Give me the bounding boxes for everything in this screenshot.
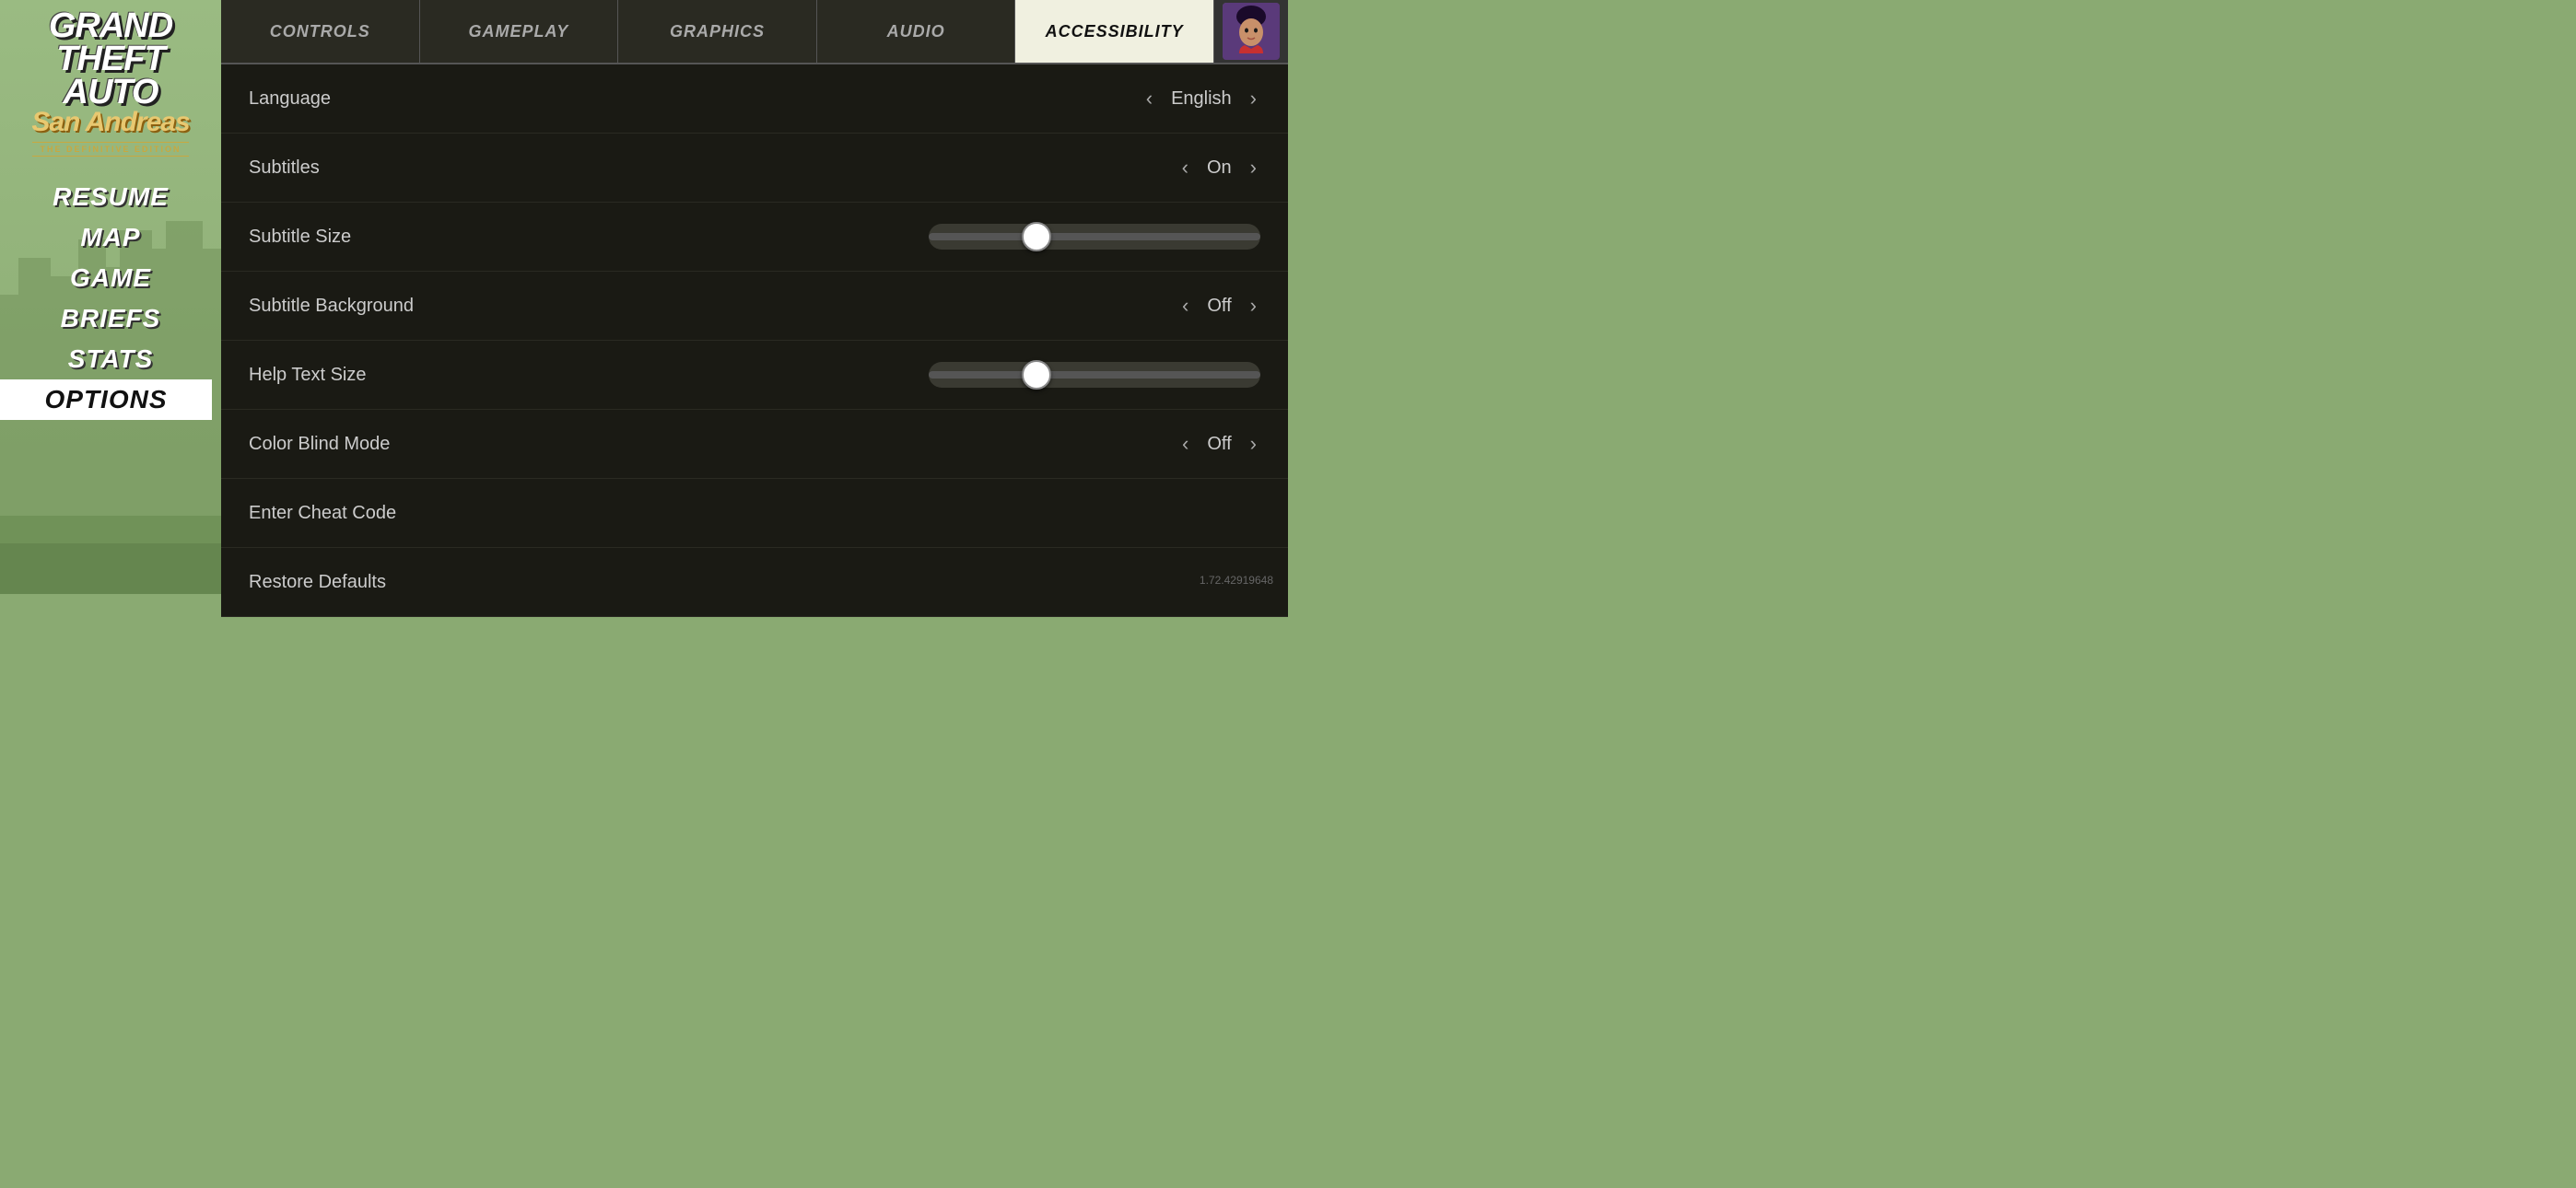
logo-grand: Grand — [9, 9, 212, 42]
subtitles-arrow-right[interactable]: › — [1247, 156, 1260, 180]
setting-row-subtitles: Subtitles ‹ On › — [221, 134, 1288, 203]
setting-label-color-blind: Color Blind Mode — [249, 434, 390, 455]
logo-theft: Theft — [9, 42, 212, 76]
nav-menu: Resume Map Game Briefs Stats Options — [9, 177, 212, 420]
setting-label-subtitles: Subtitles — [249, 157, 320, 179]
tab-audio[interactable]: Audio — [817, 0, 1016, 63]
sidebar-item-briefs[interactable]: Briefs — [9, 298, 212, 339]
language-arrow-right[interactable]: › — [1247, 87, 1260, 111]
help-text-size-slider[interactable] — [929, 362, 1260, 388]
logo-auto: Auto — [9, 76, 212, 109]
subtitle-size-thumb[interactable] — [1022, 222, 1051, 251]
subtitles-arrow-left[interactable]: ‹ — [1178, 156, 1192, 180]
setting-row-subtitle-background: Subtitle Background ‹ Off › — [221, 272, 1288, 341]
setting-row-subtitle-size: Subtitle Size — [221, 203, 1288, 272]
tab-profile[interactable] — [1214, 0, 1288, 63]
setting-row-restore-defaults[interactable]: Restore Defaults — [221, 548, 1288, 617]
setting-row-cheat-code[interactable]: Enter Cheat Code — [221, 479, 1288, 548]
setting-value-color-blind: ‹ Off › — [1178, 432, 1260, 456]
sidebar-item-options[interactable]: Options — [0, 379, 212, 420]
settings-content: Language ‹ English › Subtitles ‹ On › Su… — [221, 64, 1288, 617]
sidebar-item-resume[interactable]: Resume — [9, 177, 212, 217]
sidebar-item-stats[interactable]: Stats — [9, 339, 212, 379]
setting-row-help-text-size: Help Text Size — [221, 341, 1288, 410]
setting-value-subtitles: ‹ On › — [1178, 156, 1260, 180]
color-blind-value: Off — [1207, 434, 1231, 455]
sidebar-item-game[interactable]: Game — [9, 258, 212, 298]
language-value: English — [1171, 88, 1232, 110]
setting-value-subtitle-background: ‹ Off › — [1178, 294, 1260, 318]
color-blind-arrow-left[interactable]: ‹ — [1178, 432, 1192, 456]
logo-area: Grand Theft Auto San Andreas The Definit… — [9, 9, 212, 160]
subtitle-size-track — [929, 233, 1260, 240]
main-panel: Controls Gameplay Graphics Audio Accessi… — [221, 0, 1288, 594]
sidebar-item-map[interactable]: Map — [9, 217, 212, 258]
version-text: 1.72.42919648 — [1200, 574, 1273, 587]
profile-avatar — [1223, 3, 1280, 60]
tab-graphics[interactable]: Graphics — [618, 0, 817, 63]
setting-label-subtitle-background: Subtitle Background — [249, 296, 414, 317]
language-arrow-left[interactable]: ‹ — [1142, 87, 1156, 111]
color-blind-arrow-right[interactable]: › — [1247, 432, 1260, 456]
help-text-size-thumb[interactable] — [1022, 360, 1051, 390]
setting-label-language: Language — [249, 88, 331, 110]
setting-label-subtitle-size: Subtitle Size — [249, 227, 351, 248]
subtitles-value: On — [1207, 157, 1232, 179]
sidebar: Grand Theft Auto San Andreas The Definit… — [0, 0, 221, 594]
tabs-bar: Controls Gameplay Graphics Audio Accessi… — [221, 0, 1288, 64]
subtitle-background-arrow-right[interactable]: › — [1247, 294, 1260, 318]
setting-label-help-text-size: Help Text Size — [249, 365, 366, 386]
tab-controls[interactable]: Controls — [221, 0, 420, 63]
tab-gameplay[interactable]: Gameplay — [420, 0, 619, 63]
tab-accessibility[interactable]: Accessibility — [1015, 0, 1214, 63]
subtitle-size-slider[interactable] — [929, 224, 1260, 250]
setting-row-color-blind: Color Blind Mode ‹ Off › — [221, 410, 1288, 479]
subtitle-background-arrow-left[interactable]: ‹ — [1178, 294, 1192, 318]
subtitle-background-value: Off — [1207, 296, 1231, 317]
help-text-size-track — [929, 371, 1260, 379]
setting-label-cheat-code: Enter Cheat Code — [249, 503, 396, 524]
setting-row-language: Language ‹ English › — [221, 64, 1288, 134]
logo-san-andreas: San Andreas — [9, 107, 212, 138]
logo-edition: The Definitive Edition — [32, 142, 188, 157]
setting-label-restore-defaults: Restore Defaults — [249, 572, 386, 593]
setting-value-language: ‹ English › — [1142, 87, 1260, 111]
